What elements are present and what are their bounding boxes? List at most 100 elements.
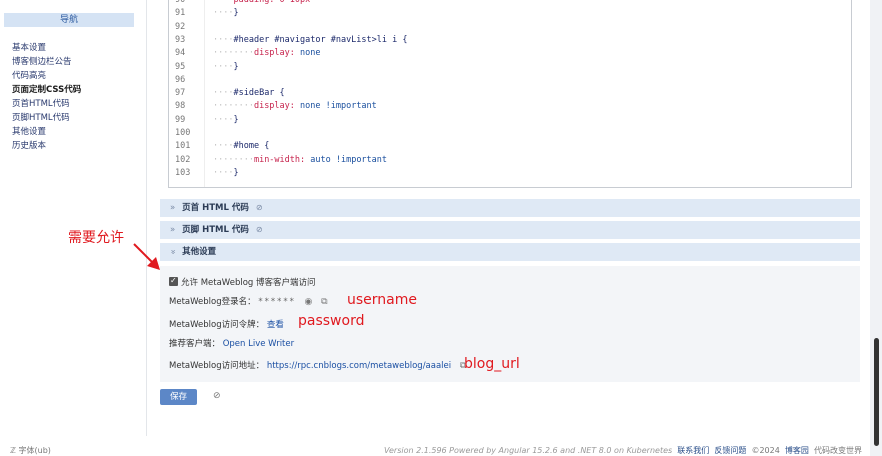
indent-guide: ···· (213, 0, 234, 5)
footer: ℤ 字体(ub) Version 2.1.596 Powered by Angu… (0, 444, 870, 456)
code-selector: #sideBar { (233, 88, 285, 99)
css-code-editor[interactable]: 90 ····padding: 0 10px 91 ····} 92 93 ····#hea… (168, 0, 852, 188)
code-line[interactable]: 97 ····#sideBar { (169, 87, 851, 100)
footer-font-toggle[interactable]: ℤ 字体(ub) (10, 445, 51, 456)
login-value: ****** (258, 297, 296, 307)
nav-item-header-html[interactable]: 页首HTML代码 (12, 97, 81, 111)
code-property: display: (253, 101, 295, 112)
annotation-password: password (298, 313, 365, 329)
code-line[interactable]: 93 ····#header #navigator #navList>li i { (169, 34, 851, 47)
line-number: 98 (175, 101, 186, 112)
panel-other-settings-title: 其他设置 (182, 247, 217, 257)
eye-icon[interactable]: ◉ (305, 297, 313, 307)
footer-contact-link[interactable]: 联系我们 (677, 446, 709, 455)
panel-other-settings[interactable]: » 其他设置 (160, 243, 860, 261)
chevron-down-icon: » (167, 249, 178, 255)
token-label: MetaWeblog访问令牌： (169, 320, 265, 330)
client-label: 推荐客户端： (169, 339, 221, 349)
left-nav: 导航 基本设置 博客侧边栏公告 代码高亮 页面定制CSS代码 页首HTML代码 … (0, 0, 146, 436)
panel-footer-html[interactable]: » 页脚 HTML 代码 ⊘ (160, 221, 860, 239)
code-value: none (294, 48, 321, 59)
code-text: ····#header #navigator #navList>li i { (213, 34, 407, 47)
nav-header: 导航 (4, 13, 134, 27)
code-line[interactable]: 102 ········min-width: auto !important (169, 154, 851, 167)
code-text: ········min-width: auto !important (213, 154, 387, 167)
panel-footer-html-title: 页脚 HTML 代码 (182, 225, 249, 235)
reset-icon[interactable]: ⊘ (213, 391, 221, 401)
code-selector: } (233, 167, 239, 178)
code-text: ········display: none (213, 47, 321, 60)
address-link[interactable]: https://rpc.cnblogs.com/metaweblog/aaale… (267, 361, 451, 371)
code-line[interactable]: 99 ····} (169, 114, 851, 127)
copy-icon[interactable]: ⧉ (321, 297, 327, 307)
line-number: 102 (175, 154, 191, 165)
nav-list: 基本设置 博客侧边栏公告 代码高亮 页面定制CSS代码 页首HTML代码 页脚H… (12, 41, 81, 153)
line-number: 96 (175, 74, 186, 85)
line-number: 90 (175, 0, 186, 5)
line-number: 100 (175, 128, 191, 138)
footer-copyright: ©2024 (751, 446, 780, 455)
code-property: min-width: (253, 154, 306, 165)
code-line[interactable]: 103 ····} (169, 167, 851, 180)
code-line[interactable]: 92 (169, 21, 851, 34)
annotation-arrow (133, 243, 160, 270)
client-link[interactable]: Open Live Writer (223, 339, 294, 349)
chevron-right-icon: » (170, 203, 176, 213)
line-number: 103 (175, 167, 191, 178)
nav-item-other[interactable]: 其他设置 (12, 125, 81, 139)
indent-guide: ········ (213, 101, 254, 112)
allow-metaweblog-checkbox[interactable] (169, 275, 178, 287)
indent-guide: ···· (213, 114, 234, 125)
code-text: ····} (213, 61, 239, 74)
code-line[interactable]: 100 (169, 127, 851, 140)
address-row: MetaWeblog访问地址： https://rpc.cnblogs.com/… (169, 360, 466, 372)
code-line[interactable]: 94 ········display: none (169, 47, 851, 60)
indent-guide: ···· (213, 167, 234, 178)
panel-header-html[interactable]: » 页首 HTML 代码 ⊘ (160, 199, 860, 217)
code-selector: } (233, 61, 239, 72)
help-icon[interactable]: ⊘ (256, 203, 263, 212)
footer-brand-link[interactable]: 博客园 (785, 446, 809, 455)
scrollbar-thumb[interactable] (874, 338, 879, 446)
line-number: 95 (175, 61, 186, 72)
nav-divider (146, 0, 147, 436)
nav-item-basic[interactable]: 基本设置 (12, 41, 81, 55)
help-icon[interactable]: ⊘ (256, 225, 263, 234)
annotation-need-allow: 需要允许 (68, 230, 124, 246)
footer-feedback-link[interactable]: 反馈问题 (714, 446, 746, 455)
code-text: ····} (213, 7, 239, 20)
code-line[interactable]: 95 ····} (169, 61, 851, 74)
line-number: 91 (175, 8, 186, 19)
nav-item-history[interactable]: 历史版本 (12, 139, 81, 153)
chevron-right-icon: » (170, 225, 176, 235)
line-number: 92 (175, 21, 186, 32)
allow-metaweblog-row: 允许 MetaWeblog 博客客户端访问 (169, 275, 316, 289)
code-line[interactable]: 90 ····padding: 0 10px (169, 0, 851, 7)
nav-item-sidebar-notice[interactable]: 博客侧边栏公告 (12, 55, 81, 69)
token-view-link[interactable]: 查看 (267, 320, 284, 330)
code-line[interactable]: 101 ····#home { (169, 140, 851, 153)
settings-page: 导航 基本设置 博客侧边栏公告 代码高亮 页面定制CSS代码 页首HTML代码 … (0, 0, 870, 456)
indent-guide: ········ (213, 154, 254, 165)
footer-slogan: 代码改变世界 (814, 446, 862, 455)
code-line[interactable]: 96 (169, 74, 851, 87)
code-text: ····#home { (213, 140, 269, 153)
line-number: 97 (175, 88, 186, 99)
nav-item-footer-html[interactable]: 页脚HTML代码 (12, 111, 81, 125)
annotation-blog-url: blog_url (464, 356, 520, 372)
save-button[interactable]: 保存 (160, 389, 197, 405)
indent-guide: ···· (213, 88, 234, 99)
code-text: ····} (213, 114, 239, 127)
nav-item-code-highlight[interactable]: 代码高亮 (12, 69, 81, 83)
code-line[interactable]: 98 ········display: none !important (169, 100, 851, 113)
line-number: 94 (175, 48, 186, 59)
indent-guide: ···· (213, 61, 234, 72)
code-selector: } (233, 114, 239, 125)
allow-metaweblog-label: 允许 MetaWeblog 博客客户端访问 (181, 278, 316, 288)
code-value: none !important (294, 101, 377, 112)
footer-info: Version 2.1.596 Powered by Angular 15.2.… (384, 445, 862, 456)
nav-item-custom-css[interactable]: 页面定制CSS代码 (12, 83, 81, 97)
code-line[interactable]: 91 ····} (169, 7, 851, 20)
code-selector: #home { (233, 141, 270, 152)
indent-guide: ···· (213, 141, 234, 152)
